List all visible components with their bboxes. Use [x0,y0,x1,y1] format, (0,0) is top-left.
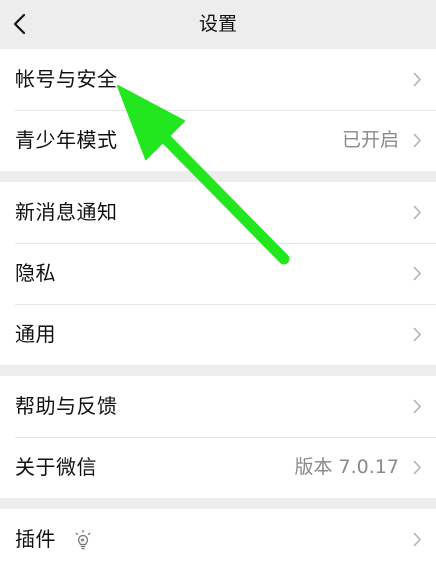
settings-group-about: 帮助与反馈 关于微信 版本 7.0.17 [0,376,436,498]
settings-item-help-feedback[interactable]: 帮助与反馈 [0,376,436,437]
settings-item-label: 新消息通知 [15,200,118,224]
settings-item-value: 版本 7.0.17 [294,456,399,478]
chevron-right-icon [413,266,422,281]
page-title: 设置 [198,13,237,35]
chevron-right-icon [413,460,422,475]
settings-item-notifications[interactable]: 新消息通知 [0,182,436,243]
settings-item-label: 关于微信 [15,455,97,479]
settings-group-account: 帐号与安全 青少年模式 已开启 [0,49,436,171]
settings-item-label: 隐私 [15,261,56,285]
lightbulb-icon [75,530,91,550]
chevron-right-icon [413,399,422,414]
settings-item-plugins[interactable]: 插件 [0,509,436,570]
settings-item-teen-mode[interactable]: 青少年模式 已开启 [0,110,436,171]
chevron-right-icon [413,532,422,547]
settings-group-plugins: 插件 [0,509,436,570]
settings-item-label: 通用 [15,322,56,346]
settings-item-value: 已开启 [341,129,399,151]
top-bar: 设置 [0,0,436,48]
settings-item-label: 青少年模式 [15,128,118,152]
settings-group-general: 新消息通知 隐私 通用 [0,182,436,365]
settings-item-about-wechat[interactable]: 关于微信 版本 7.0.17 [0,437,436,498]
chevron-right-icon [413,72,422,87]
settings-item-privacy[interactable]: 隐私 [0,243,436,304]
settings-item-label: 帮助与反馈 [15,394,118,418]
chevron-right-icon [413,327,422,342]
settings-item-label: 插件 [15,527,56,551]
settings-item-general[interactable]: 通用 [0,304,436,365]
chevron-right-icon [413,133,422,148]
chevron-right-icon [413,205,422,220]
settings-item-account-security[interactable]: 帐号与安全 [0,49,436,110]
settings-item-label: 帐号与安全 [15,67,118,91]
